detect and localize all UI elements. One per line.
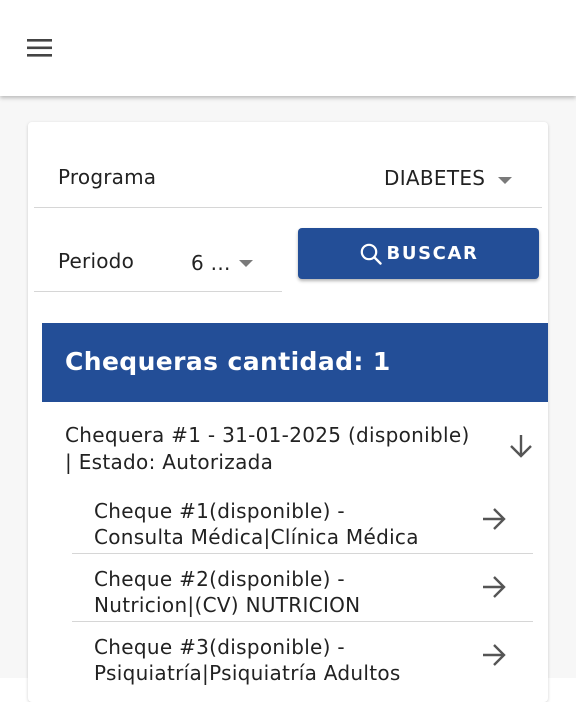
cheque-title: Cheque #3(disponible) - [94, 635, 345, 659]
cheque-title: Cheque #2(disponible) - [94, 567, 345, 591]
programa-value[interactable]: DIABETES [384, 166, 485, 190]
cheque-item[interactable]: Cheque #2(disponible) - Nutricion|(CV) N… [72, 554, 533, 622]
panel-title: Chequeras cantidad: 1 [65, 347, 391, 376]
menu-button[interactable] [22, 32, 58, 64]
caret-down-icon[interactable] [239, 260, 253, 267]
app-bar [0, 0, 576, 96]
checkbook-card: Programa DIABETES Periodo 6 ... BUSCAR C… [28, 122, 548, 702]
cheque-text: Cheque #2(disponible) - Nutricion|(CV) N… [94, 566, 464, 618]
search-button[interactable]: BUSCAR [298, 228, 539, 279]
search-icon [360, 243, 382, 265]
cheque-description: Consulta Médica|Clínica Médica [94, 525, 419, 549]
panel-header: Chequeras cantidad: 1 [42, 323, 548, 402]
search-button-label: BUSCAR [386, 243, 479, 264]
cheque-title: Cheque #1(disponible) - [94, 499, 345, 523]
chequera-status: | Estado: Autorizada [65, 450, 274, 474]
arrow-down-icon[interactable] [508, 432, 534, 460]
cheque-description: Nutricion|(CV) NUTRICION [94, 593, 361, 617]
programa-select[interactable]: Programa DIABETES [34, 150, 542, 208]
programa-label: Programa [58, 165, 157, 189]
arrow-right-icon[interactable] [480, 506, 508, 532]
arrow-right-icon[interactable] [480, 574, 508, 600]
periodo-label: Periodo [58, 249, 134, 273]
cheque-description: Psiquiatría|Psiquiatría Adultos [94, 661, 401, 685]
cheque-item[interactable]: Cheque #3(disponible) - Psiquiatría|Psiq… [72, 622, 533, 690]
periodo-value[interactable]: 6 ... [191, 251, 231, 275]
periodo-select[interactable]: Periodo 6 ... [34, 230, 282, 292]
chequera-title: Chequera #1 - 31-01-2025 (disponible) [65, 423, 470, 447]
cheque-text: Cheque #3(disponible) - Psiquiatría|Psiq… [94, 634, 464, 686]
chequera-item[interactable]: Chequera #1 - 31-01-2025 (disponible) | … [42, 402, 548, 492]
caret-down-icon[interactable] [498, 177, 512, 184]
page-content: Programa DIABETES Periodo 6 ... BUSCAR C… [0, 96, 576, 702]
cheque-item[interactable]: Cheque #1(disponible) - Consulta Médica|… [72, 486, 533, 554]
chequera-text: Chequera #1 - 31-01-2025 (disponible) | … [65, 422, 495, 476]
hamburger-menu-icon [27, 39, 52, 57]
cheque-text: Cheque #1(disponible) - Consulta Médica|… [94, 498, 464, 550]
arrow-right-icon[interactable] [480, 642, 508, 668]
